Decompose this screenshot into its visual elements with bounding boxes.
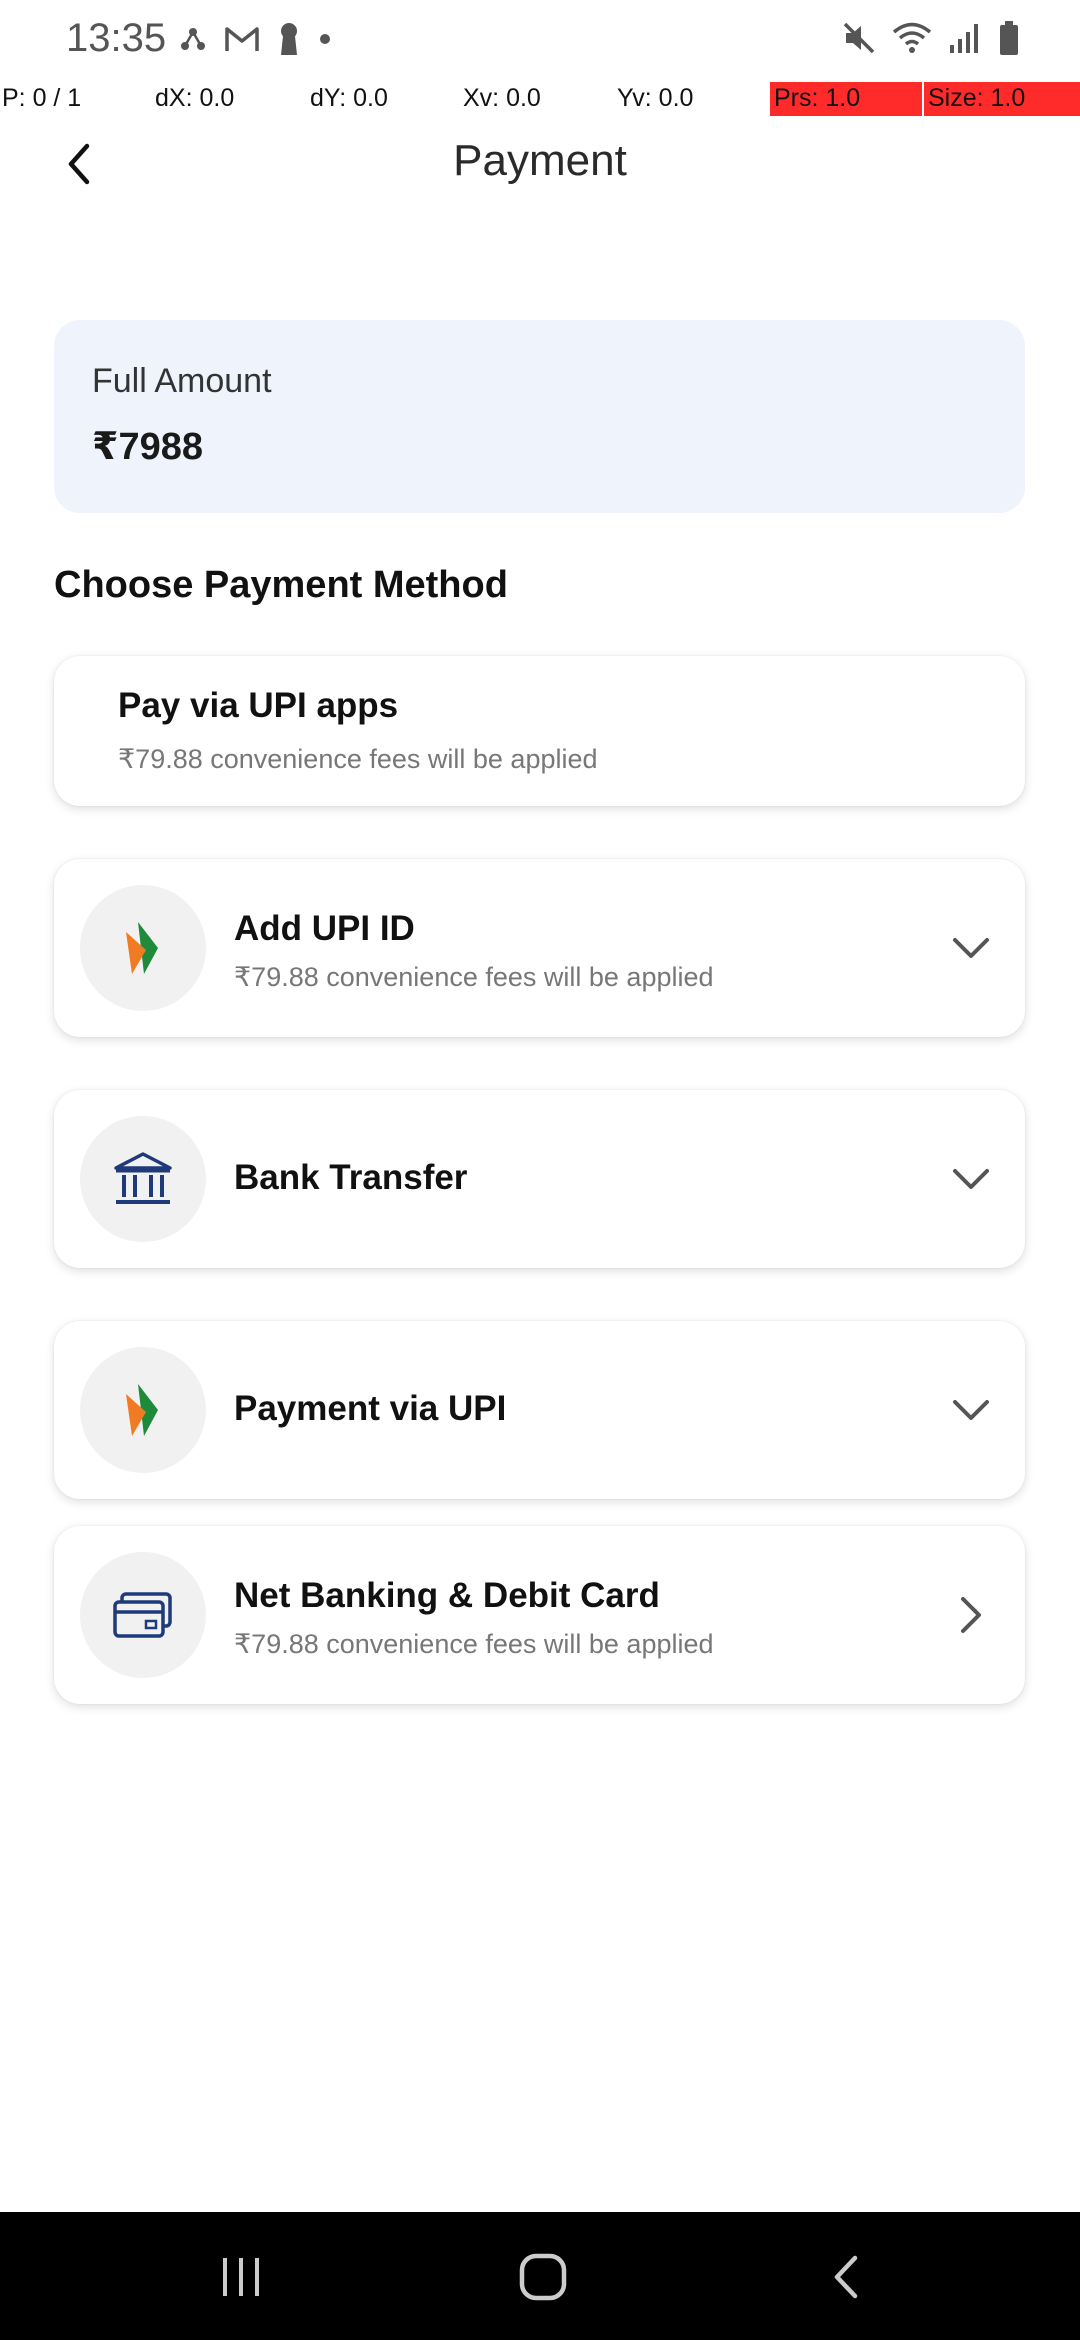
status-notification-icons [180,22,332,61]
page-title: Payment [453,136,627,185]
section-title: Choose Payment Method [54,564,508,606]
payment-method-upi-apps[interactable]: Pay via UPI apps ₹79.88 convenience fees… [54,656,1025,806]
pointer-pressure: Prs: 1.0 [770,82,922,116]
system-nav-bar [0,2212,1080,2340]
pointer-dx: dX: 0.0 [155,84,235,112]
payment-method-title: Net Banking & Debit Card [234,1576,660,1615]
app-header: Payment [0,118,1080,208]
back-icon[interactable] [806,2242,886,2312]
status-system-icons [842,20,1020,61]
pointer-location-overlay: P: 0 / 1 dX: 0.0 dY: 0.0 Xv: 0.0 Yv: 0.0… [0,80,1080,118]
payment-method-bank-transfer[interactable]: Bank Transfer [54,1090,1025,1268]
wifi-icon [892,21,932,60]
payment-method-fee: ₹79.88 convenience fees will be applied [234,962,714,992]
payment-method-fee: ₹79.88 convenience fees will be applied [234,1629,714,1659]
chevron-right-icon[interactable] [947,1591,995,1639]
bhim-upi-icon [80,885,206,1011]
payment-method-title: Pay via UPI apps [118,686,399,725]
pointer-dy: dY: 0.0 [310,84,388,112]
payment-method-add-upi-id[interactable]: Add UPI ID ₹79.88 convenience fees will … [54,859,1025,1037]
chevron-down-icon[interactable] [947,1155,995,1203]
payment-method-title: Payment via UPI [234,1389,507,1428]
keyhole-icon [278,22,300,61]
payment-method-fee: ₹79.88 convenience fees will be applied [118,744,598,774]
signal-icon [948,21,982,60]
pointer-size: Size: 1.0 [924,82,1080,116]
payment-method-upi[interactable]: Payment via UPI [54,1321,1025,1499]
credit-card-icon [80,1552,206,1678]
recent-apps-icon[interactable] [202,2242,282,2312]
battery-icon [998,20,1020,61]
pointer-xv: Xv: 0.0 [463,84,541,112]
pointer-count: P: 0 / 1 [2,84,82,112]
mute-icon [842,21,876,60]
amount-label: Full Amount [92,362,272,400]
gmail-icon [224,25,260,58]
pointer-yv: Yv: 0.0 [617,84,694,112]
status-time: 13:35 [66,16,167,60]
payment-method-net-banking[interactable]: Net Banking & Debit Card ₹79.88 convenie… [54,1526,1025,1704]
status-bar: 13:35 [0,0,1080,80]
amount-card: Full Amount ₹7988 [54,320,1025,513]
bank-icon [80,1116,206,1242]
amount-value: ₹7988 [92,426,203,468]
chevron-down-icon[interactable] [947,1386,995,1434]
bhim-upi-icon [80,1347,206,1473]
payment-method-title: Add UPI ID [234,909,415,948]
chevron-down-icon[interactable] [947,924,995,972]
dot-icon [318,32,332,51]
payment-method-title: Bank Transfer [234,1158,468,1197]
home-icon[interactable] [503,2242,583,2312]
share-network-icon [180,26,206,57]
